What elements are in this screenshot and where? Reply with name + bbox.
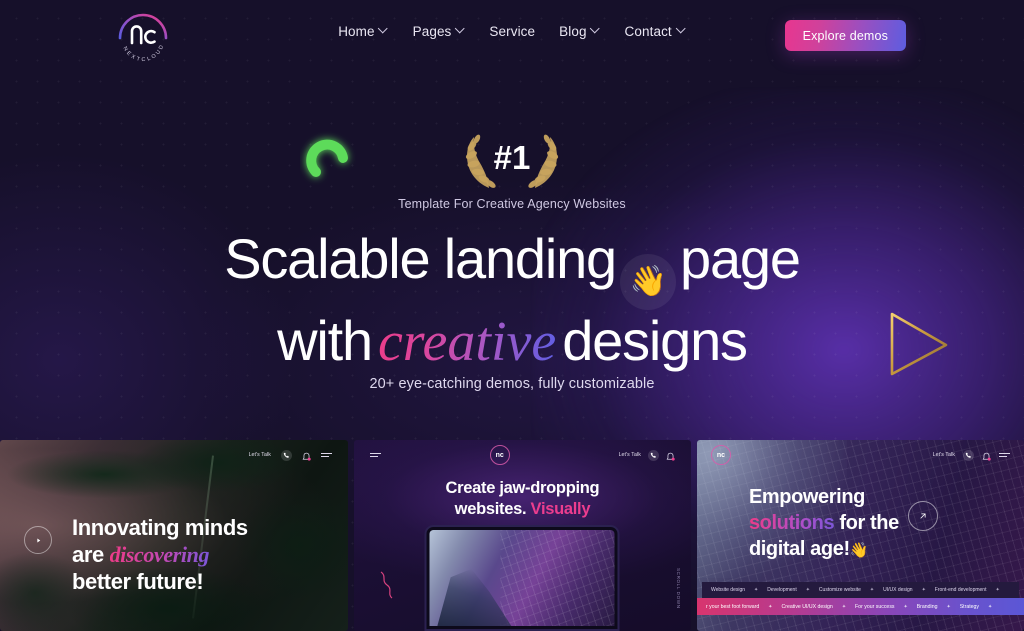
hamburger-icon[interactable] [999, 452, 1010, 459]
nav-item-label: Blog [559, 24, 587, 39]
arrow-up-right-icon[interactable] [907, 501, 938, 531]
nav-item-service[interactable]: Service [489, 24, 535, 39]
marquee-item: Front-end development [934, 587, 987, 593]
scroll-down-label: SCROLL DOWN [675, 568, 681, 609]
hero-title-line2: with creative designs [0, 309, 1024, 374]
marquee-separator-icon: ✦ [988, 603, 993, 610]
phone-icon[interactable] [963, 449, 974, 461]
nav-item-label: Contact [624, 24, 672, 39]
squiggle-decoration [378, 570, 404, 600]
nav-item-home[interactable]: Home [338, 24, 388, 39]
card-heading-line3: better future! [72, 569, 204, 594]
badge-subtitle: Template For Creative Agency Websites [398, 197, 626, 211]
card-heading: Empowering solutions for the digital age… [749, 484, 899, 564]
hamburger-icon[interactable] [320, 452, 332, 459]
marquee-item: UI/UX design [883, 587, 913, 593]
card-heading-line3: digital age! [748, 538, 850, 560]
lets-talk-label[interactable]: Let's Talk [933, 452, 955, 458]
marquee-bottom: r your best foot forward ✦ Creative UI/UX … [696, 598, 1024, 615]
marquee-item: Customize website [818, 587, 861, 593]
marquee-separator-icon: ✦ [903, 603, 908, 610]
bell-icon[interactable] [302, 450, 311, 461]
card-heading-emphasis: solutions [748, 512, 835, 534]
card-topbar: nc Let's Talk [354, 440, 691, 470]
nav-item-label: Pages [412, 24, 452, 39]
hero-title-line2-pre: with [277, 309, 373, 372]
hero-title-part1: Scalable landing [224, 227, 617, 290]
marquee-item: Creative UI/UX design [781, 603, 833, 610]
card-logo[interactable]: nc [710, 445, 731, 465]
site-header: NEXTCLOUD Home Pages Service Blog Contac… [0, 0, 1024, 70]
card-heading-line1: Innovating minds [72, 515, 248, 540]
chevron-down-icon [592, 25, 601, 34]
demo-card-jaw-dropping[interactable]: nc Let's Talk Create jaw-dropping websit… [353, 440, 691, 631]
loading-spinner-icon [300, 128, 358, 186]
card-heading-line1: Create jaw-dropping [445, 479, 600, 497]
card-heading: Innovating minds are discovering better … [72, 514, 248, 595]
card-heading-line1: Empowering [748, 486, 865, 508]
card-heading-line2-pre: are [72, 542, 104, 567]
marquee-separator-icon: ✦ [869, 587, 875, 593]
waving-hand-icon: 👋 [620, 254, 676, 310]
demo-card-empowering-solutions[interactable]: nc Let's Talk Empowering solutions for t… [696, 440, 1024, 631]
lets-talk-label[interactable]: Let's Talk [249, 452, 271, 458]
hero-title-line2-post: designs [562, 309, 748, 372]
card-topbar: nc Let's Talk [697, 440, 1024, 470]
marquee-item: Strategy [959, 603, 980, 610]
phone-icon[interactable] [647, 449, 659, 461]
marquee-separator-icon: ✦ [768, 603, 773, 610]
marquee-item: r your best foot forward [705, 603, 760, 610]
chevron-down-icon [677, 25, 686, 34]
marquee-top: Website design ✦ Development ✦ Customize web… [701, 582, 1019, 598]
marquee-separator-icon: ✦ [805, 587, 810, 593]
lets-talk-label[interactable]: Let's Talk [619, 452, 641, 458]
tablet-mockup [424, 525, 620, 631]
tablet-screen-image [429, 530, 615, 626]
demo-cards-row: Let's Talk Innovating minds are discover… [0, 440, 1024, 631]
card-topbar: Let's Talk [0, 440, 348, 470]
play-triangle-icon[interactable] [880, 308, 954, 380]
phone-icon[interactable] [280, 449, 292, 461]
marquee-separator-icon: ✦ [754, 587, 759, 593]
card-heading-emphasis: discovering [109, 542, 210, 567]
nav-item-pages[interactable]: Pages [413, 24, 466, 39]
hero-title: Scalable landing 👋 page with creative design… [0, 227, 1024, 374]
bell-icon[interactable] [666, 450, 675, 461]
marquee-separator-icon: ✦ [995, 587, 1000, 593]
bell-icon[interactable] [982, 450, 991, 461]
marquee-item: Branding [916, 603, 938, 610]
nav-item-blog[interactable]: Blog [559, 24, 600, 39]
waving-hand-icon: 👋 [849, 542, 869, 559]
explore-demos-button[interactable]: Explore demos [784, 20, 906, 51]
laurel-wreath-icon: #1 [459, 124, 565, 194]
card-heading-line2-pre: websites. [454, 500, 527, 518]
chevron-down-icon [380, 25, 389, 34]
nav-item-contact[interactable]: Contact [625, 24, 686, 39]
play-icon[interactable] [24, 526, 52, 554]
hero-subtitle: 20+ eye-catching demos, fully customizab… [369, 376, 655, 392]
badge-number: #1 [494, 139, 531, 176]
card-heading-emphasis: Visually [530, 500, 591, 518]
card-heading-line2-post: for the [839, 512, 899, 534]
marquee-separator-icon: ✦ [946, 603, 951, 610]
svg-text:NEXTCLOUD: NEXTCLOUD [122, 42, 166, 63]
brand-logo[interactable]: NEXTCLOUD [112, 6, 174, 64]
hero-title-emphasis: creative [372, 311, 562, 373]
nav-item-label: Service [489, 24, 536, 39]
chevron-down-icon [456, 25, 465, 34]
demo-card-innovating-minds[interactable]: Let's Talk Innovating minds are discover… [0, 440, 348, 631]
landing-page: NEXTCLOUD Home Pages Service Blog Contac… [0, 0, 1024, 631]
marquee-item: Development [767, 587, 797, 593]
hero-title-part2: page [680, 227, 801, 290]
marquee-separator-icon: ✦ [921, 587, 926, 593]
marquee-item: Website design [710, 587, 746, 593]
card-heading: Create jaw-dropping websites. Visually [354, 478, 691, 520]
card-logo[interactable]: nc [489, 445, 510, 465]
main-navigation: Home Pages Service Blog Contact [338, 24, 686, 39]
marquee-item: For your success [855, 603, 895, 610]
brand-logo-wordmark: NEXTCLOUD [122, 42, 164, 63]
hamburger-icon[interactable] [369, 452, 381, 459]
marquee-separator-icon: ✦ [841, 603, 847, 610]
nav-item-label: Home [338, 24, 375, 39]
